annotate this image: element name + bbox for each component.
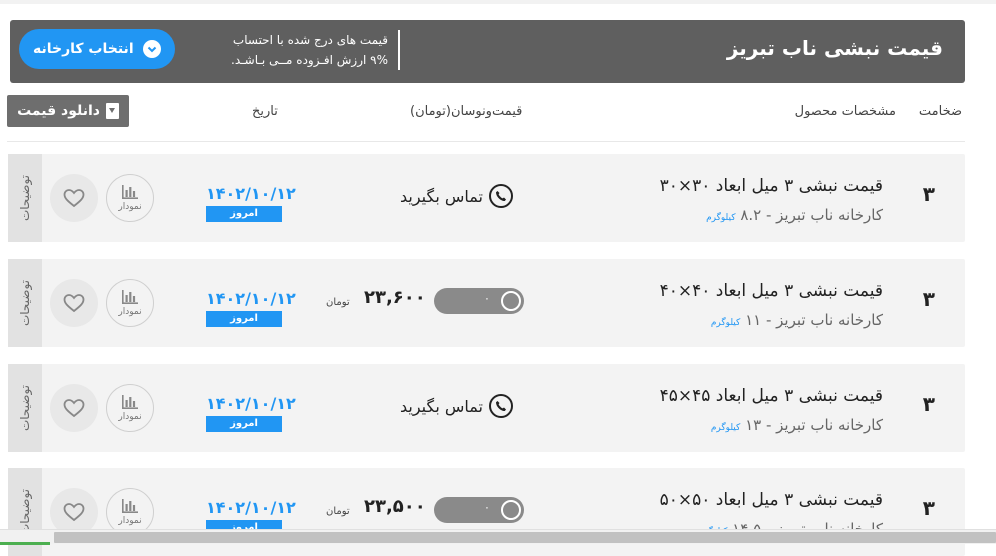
price-change-value: ۰ xyxy=(484,501,490,514)
bar-chart-icon xyxy=(122,185,138,199)
description-label: توضیحات xyxy=(18,174,32,222)
thickness-value: ۳ xyxy=(922,182,935,206)
weight-unit: کیلوگرم xyxy=(710,423,741,433)
product-subtitle: کارخانه ناب تبریز - ۱۳ کیلوگرم xyxy=(711,416,883,434)
favorite-button[interactable] xyxy=(50,174,98,222)
horizontal-scrollbar[interactable] xyxy=(0,529,996,545)
product-weight: ۱۳ xyxy=(745,416,762,434)
top-strip xyxy=(0,0,996,4)
today-badge: امروز xyxy=(206,416,282,432)
bar-chart-icon xyxy=(122,499,138,513)
vat-note: قیمت های درج شده با احتساب ۹% ارزش افـزو… xyxy=(208,30,398,70)
contact-label: تماس بگیرید xyxy=(400,186,483,206)
vat-note-line1: قیمت های درج شده با احتساب xyxy=(232,33,388,47)
chart-label: نمودار xyxy=(118,412,142,422)
thickness-value: ۳ xyxy=(922,496,935,520)
product-weight: ۱۱ xyxy=(745,311,762,329)
col-thickness: ضخامت xyxy=(918,104,962,119)
col-date: تاریخ xyxy=(252,104,278,119)
col-spec: مشخصات محصول xyxy=(794,104,896,119)
description-tab[interactable]: توضیحات xyxy=(8,364,42,452)
price-change-toggle[interactable]: ۰ xyxy=(434,288,524,314)
description-tab[interactable]: توضیحات xyxy=(8,154,42,242)
product-subtitle: کارخانه ناب تبریز - ۸.۲ کیلوگرم xyxy=(706,206,883,224)
product-name[interactable]: قیمت نبشی ۳ میل ابعاد ۳۰×۳۰ xyxy=(660,176,883,196)
table-row: توضیحات نمودار ۱۴۰۲/۱۰/۱۲ امروز تماس بگی… xyxy=(8,364,965,452)
chart-button[interactable]: نمودار xyxy=(106,384,154,432)
table-row: توضیحات نمودار ۱۴۰۲/۱۰/۱۲ امروز تماس بگی… xyxy=(8,154,965,242)
bar-chart-icon xyxy=(122,290,138,304)
vat-note-line2: ۹% ارزش افـزوده مــی بـاشـد. xyxy=(231,53,388,67)
price-date: ۱۴۰۲/۱۰/۱۲ xyxy=(206,394,296,413)
table-row: توضیحات نمودار ۱۴۰۲/۱۰/۱۲ امروز ۰ ۲۳,۶۰۰… xyxy=(8,259,965,347)
weight-unit: کیلوگرم xyxy=(706,213,736,223)
today-badge: امروز xyxy=(206,311,282,327)
price-value: ۲۳,۵۰۰ xyxy=(364,496,426,517)
price-value: ۲۳,۶۰۰ xyxy=(364,287,426,308)
price-change-toggle[interactable]: ۰ xyxy=(434,497,524,523)
download-price-label: دانلود قیمت xyxy=(17,103,100,119)
contact-button[interactable]: تماس بگیرید xyxy=(400,394,513,418)
factory-name: کارخانه ناب تبریز - xyxy=(761,206,883,224)
contact-label: تماس بگیرید xyxy=(400,396,483,416)
contact-button[interactable]: تماس بگیرید xyxy=(400,184,513,208)
heart-icon xyxy=(63,189,85,208)
col-price: قیمت‌ونوسان(تومان) xyxy=(410,104,523,119)
today-badge: امروز xyxy=(206,206,282,222)
factory-name: کارخانه ناب تبریز - xyxy=(761,311,883,329)
phone-icon xyxy=(489,184,513,208)
heart-icon xyxy=(63,294,85,313)
header-divider xyxy=(398,30,400,70)
chart-button[interactable]: نمودار xyxy=(106,279,154,327)
description-tab[interactable]: توضیحات xyxy=(8,259,42,347)
description-label: توضیحات xyxy=(18,384,32,432)
select-factory-button[interactable]: انتخاب کارخانه xyxy=(19,29,175,69)
chevron-down-icon xyxy=(143,40,161,58)
chart-label: نمودار xyxy=(118,516,142,526)
price-date: ۱۴۰۲/۱۰/۱۲ xyxy=(206,184,296,203)
product-name[interactable]: قیمت نبشی ۳ میل ابعاد ۵۰×۵۰ xyxy=(660,490,883,510)
chart-label: نمودار xyxy=(118,202,142,212)
phone-icon xyxy=(489,394,513,418)
product-subtitle: کارخانه ناب تبریز - ۱۱ کیلوگرم xyxy=(711,311,883,329)
description-label: توضیحات xyxy=(18,279,32,327)
favorite-button[interactable] xyxy=(50,279,98,327)
heart-icon xyxy=(63,399,85,418)
heart-icon xyxy=(63,503,85,522)
weight-unit: کیلوگرم xyxy=(710,318,741,328)
thickness-value: ۳ xyxy=(922,287,935,311)
thickness-value: ۳ xyxy=(922,392,935,416)
product-weight: ۸.۲ xyxy=(740,206,762,224)
product-name[interactable]: قیمت نبشی ۳ میل ابعاد ۴۵×۴۵ xyxy=(660,386,883,406)
toggle-knob xyxy=(501,291,521,311)
chart-button[interactable]: نمودار xyxy=(106,174,154,222)
bar-chart-icon xyxy=(122,395,138,409)
factory-name: کارخانه ناب تبریز - xyxy=(761,416,883,434)
chart-label: نمودار xyxy=(118,307,142,317)
page-title: قیمت نبشی ناب تبریز xyxy=(726,36,943,60)
toggle-knob xyxy=(501,500,521,520)
download-file-icon xyxy=(105,103,119,119)
select-factory-label: انتخاب کارخانه xyxy=(33,41,134,57)
price-date: ۱۴۰۲/۱۰/۱۲ xyxy=(206,498,296,517)
price-unit: تومان xyxy=(326,506,350,517)
scrollbar-thumb[interactable] xyxy=(54,532,996,543)
price-unit: تومان xyxy=(326,297,350,308)
price-change-value: ۰ xyxy=(484,292,490,305)
header-divider-line xyxy=(7,141,965,142)
download-price-button[interactable]: دانلود قیمت xyxy=(7,95,129,127)
favorite-button[interactable] xyxy=(50,384,98,432)
price-date: ۱۴۰۲/۱۰/۱۲ xyxy=(206,289,296,308)
product-name[interactable]: قیمت نبشی ۳ میل ابعاد ۴۰×۴۰ xyxy=(660,281,883,301)
